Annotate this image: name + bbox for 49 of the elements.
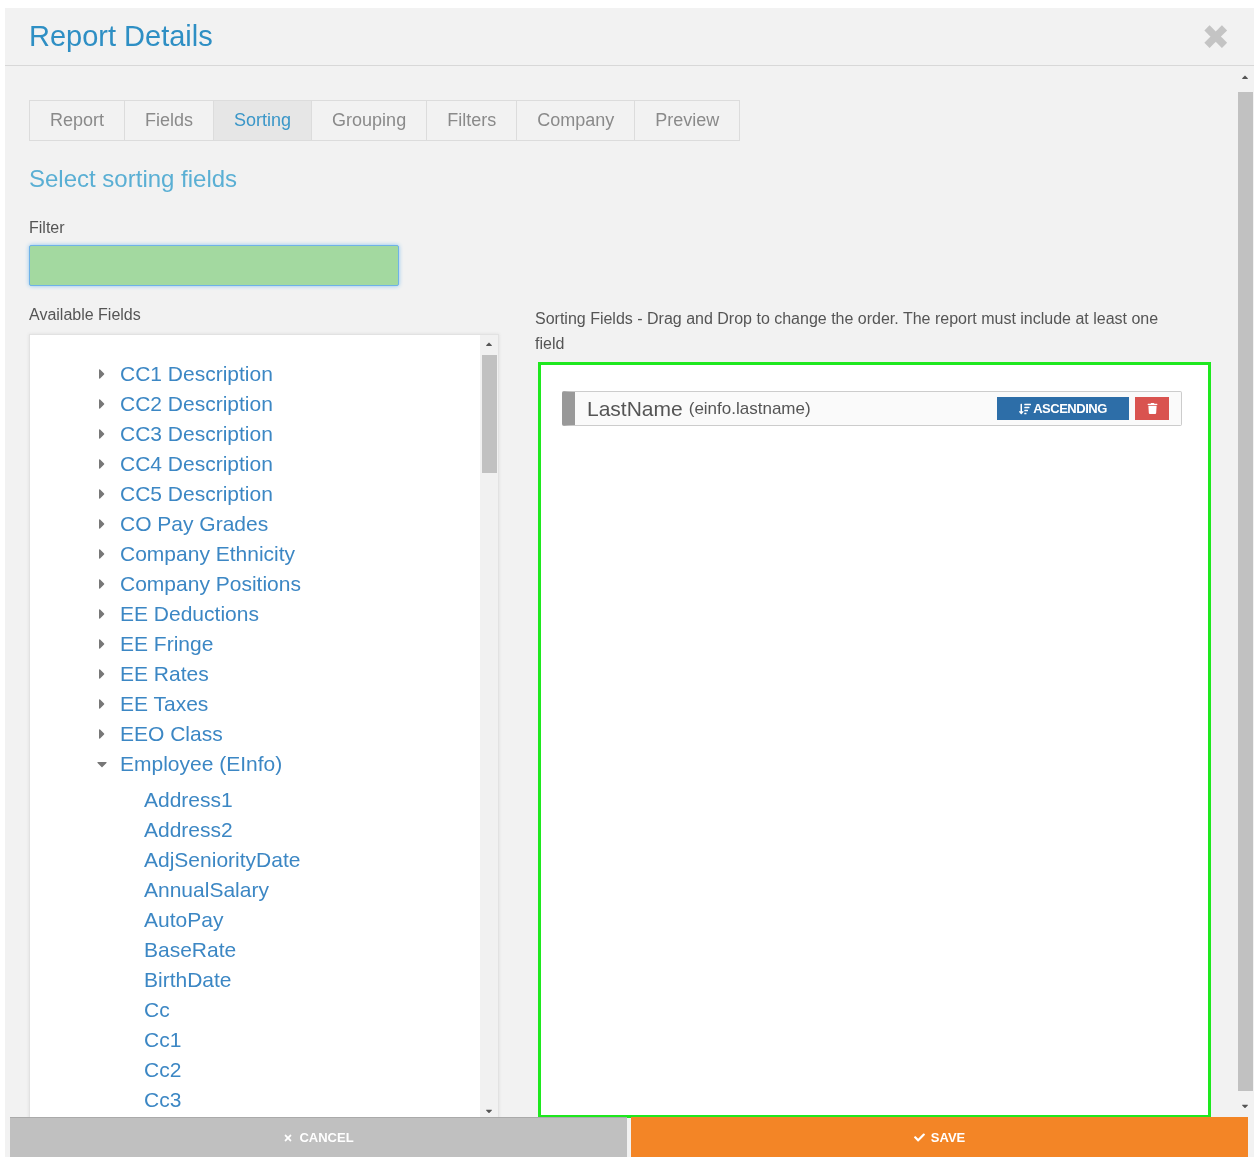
trash-icon [1146,403,1158,414]
tree-item[interactable]: Address2 [144,818,233,842]
tree-item[interactable]: EEO Class [120,722,223,746]
filter-field[interactable] [29,245,399,286]
tree-item[interactable]: Employee (EInfo) [120,752,283,776]
close-icon [283,1132,294,1143]
tree-item[interactable]: Company Positions [120,572,301,596]
sorting-instructions: Sorting Fields - Drag and Drop to change the order. The report must include at least one field [535,309,1160,354]
tree-item[interactable]: BirthDate [144,968,232,992]
tree-item[interactable]: Company Ethnicity [120,542,296,566]
tab[interactable]: Grouping [311,100,428,141]
tree-item[interactable]: Cc [144,998,170,1022]
tree-item[interactable]: Cc3 [144,1088,182,1112]
tree-item[interactable]: EE Rates [120,662,209,686]
tree-item[interactable]: EE Deductions [120,602,259,626]
field-name: LastName [587,396,683,421]
tree-item[interactable]: CC5 Description [120,482,273,506]
tree-item[interactable]: Cc1 [144,1028,182,1052]
filter-label: Filter [29,219,66,237]
tree-item[interactable]: BaseRate [144,938,237,962]
field-path: (einfo.lastname) [688,398,811,419]
window-title: Report Details [29,20,213,53]
tree-item[interactable]: AdjSeniorityDate [144,848,301,872]
tab[interactable]: Preview [634,100,741,141]
tab[interactable]: Company [516,100,636,141]
tree-item[interactable]: Cc2 [144,1058,182,1082]
tree-item[interactable]: AnnualSalary [144,878,269,902]
tree-item[interactable]: CC2 Description [120,392,273,416]
tree-item[interactable]: CO Pay Grades [120,512,269,536]
tree-item[interactable]: EE Fringe [120,632,214,656]
tree-item[interactable]: CC4 Description [120,452,273,476]
tab[interactable]: Report [29,100,126,141]
check-icon [913,1131,925,1143]
tree-item[interactable]: EE Taxes [120,692,209,716]
delete-button[interactable] [1135,397,1169,420]
section-heading: Select sorting fields [29,165,239,193]
sort-icon [1019,402,1032,415]
available-fields-label: Available Fields [29,306,142,324]
tree-item[interactable]: Address1 [144,788,233,812]
tab[interactable]: Filters [426,100,518,141]
tree-item[interactable]: AutoPay [144,908,224,932]
sort-direction-button[interactable]: ASCENDING [997,397,1129,420]
save-button[interactable]: SAVE [631,1117,1248,1157]
tree-item[interactable]: CC1 Description [120,362,273,386]
scrollbar-thumb[interactable] [481,355,497,473]
tab[interactable]: Sorting [213,100,313,141]
tree-item[interactable]: CC3 Description [120,422,273,446]
sort-field-row[interactable]: LastName (einfo.lastname) ASCENDING [562,391,1182,426]
tab[interactable]: Fields [124,100,215,141]
